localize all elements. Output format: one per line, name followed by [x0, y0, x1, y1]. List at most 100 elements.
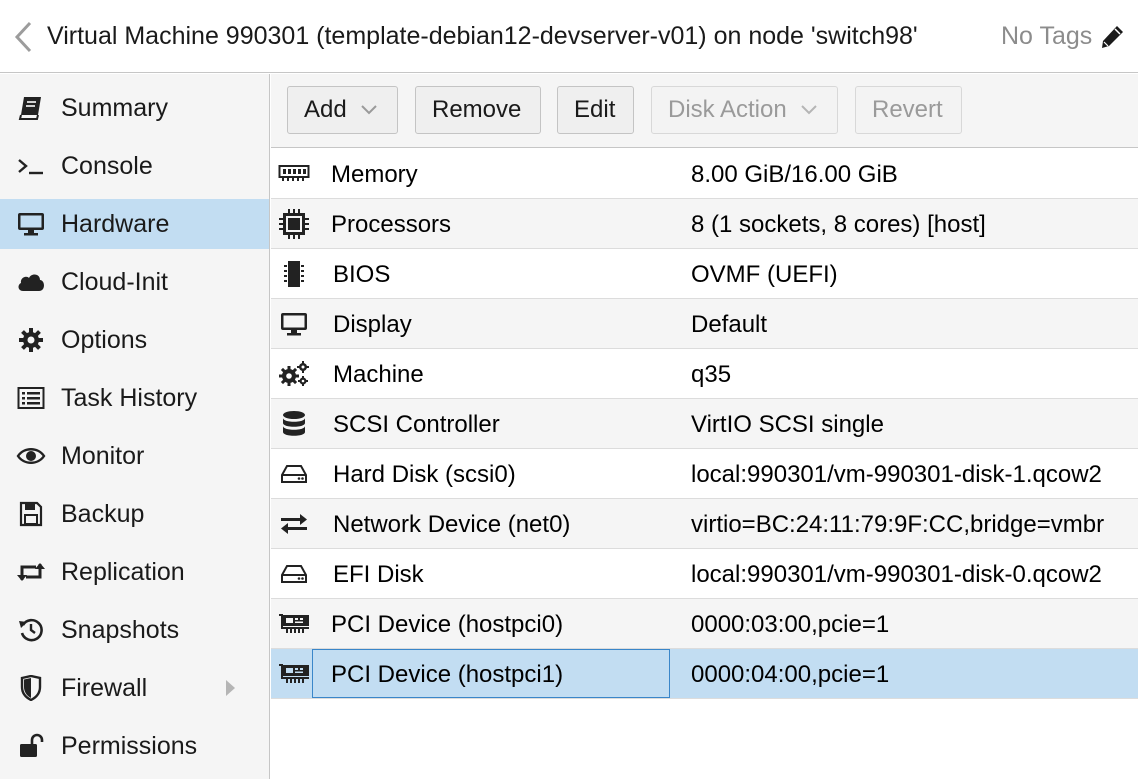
sidebar-item-replication[interactable]: Replication [0, 547, 269, 597]
table-row[interactable]: Display Default [271, 299, 1138, 349]
row-key: Memory [331, 161, 418, 188]
display-icon [277, 311, 311, 337]
row-value: local:990301/vm-990301-disk-1.qcow2 [691, 461, 1102, 488]
table-row[interactable]: Processors 8 (1 sockets, 8 cores) [host] [271, 199, 1138, 249]
history-icon [16, 616, 46, 644]
row-value: 8 (1 sockets, 8 cores) [host] [691, 211, 986, 238]
row-key: PCI Device (hostpci1) [331, 661, 564, 688]
disk-action-button[interactable]: Disk Action [651, 86, 838, 134]
database-icon [277, 411, 311, 437]
floppy-icon [16, 500, 46, 528]
page-header: Virtual Machine 990301 (template-debian1… [0, 0, 1138, 73]
cpu-icon [277, 209, 311, 239]
memory-icon [277, 161, 311, 187]
row-key: BIOS [333, 261, 391, 288]
row-value: q35 [691, 361, 732, 388]
shield-icon [16, 674, 46, 702]
microchip-icon [277, 261, 311, 287]
chevron-down-icon [801, 105, 817, 115]
row-key: Network Device (net0) [333, 511, 571, 538]
hdd-icon [277, 461, 311, 487]
table-row-selected[interactable]: PCI Device (hostpci1) 0000:04:00,pcie=1 [271, 649, 1138, 699]
sidebar-item-label: Snapshots [61, 616, 180, 644]
sidebar-item-monitor[interactable]: Monitor [0, 431, 269, 481]
remove-button[interactable]: Remove [415, 86, 541, 134]
cogs-icon [277, 361, 311, 387]
hardware-grid: Memory 8.00 GiB/16.00 GiB Processors 8 (… [271, 149, 1138, 779]
row-key: SCSI Controller [333, 411, 500, 438]
row-value: OVMF (UEFI) [691, 261, 838, 288]
eye-icon [16, 442, 46, 470]
sidebar-item-label: Permissions [61, 732, 198, 760]
edit-button-label: Edit [574, 96, 616, 123]
sidebar-item-options[interactable]: Options [0, 315, 269, 365]
revert-button[interactable]: Revert [855, 86, 962, 134]
tags-label[interactable]: No Tags [1001, 22, 1092, 51]
cloud-icon [16, 268, 46, 296]
sidebar-item-label: Monitor [61, 442, 145, 470]
row-value: local:990301/vm-990301-disk-0.qcow2 [691, 561, 1102, 588]
table-row[interactable]: Memory 8.00 GiB/16.00 GiB [271, 149, 1138, 199]
row-key: Processors [331, 211, 452, 238]
table-row[interactable]: Machine q35 [271, 349, 1138, 399]
edit-button[interactable]: Edit [557, 86, 634, 134]
revert-button-label: Revert [872, 96, 943, 123]
pci-card-icon [277, 611, 311, 637]
sidebar-item-console[interactable]: Console [0, 141, 269, 191]
terminal-icon [16, 152, 46, 180]
chevron-down-icon [360, 105, 377, 115]
monitor-icon [16, 210, 46, 238]
hdd-icon [277, 561, 311, 587]
sidebar-item-label: Replication [61, 558, 185, 586]
sidebar-item-label: Console [61, 152, 153, 180]
remove-button-label: Remove [432, 96, 522, 123]
sidebar-item-cloud-init[interactable]: Cloud-Init [0, 257, 269, 307]
row-value: Default [691, 311, 768, 338]
sidebar-item-label: Firewall [61, 674, 148, 702]
table-row[interactable]: Network Device (net0) virtio=BC:24:11:79… [271, 499, 1138, 549]
row-value: 0000:04:00,pcie=1 [691, 661, 890, 688]
sidebar: Summary Console Hardware Cloud-Init Opti… [0, 74, 270, 779]
disk-action-button-label: Disk Action [668, 96, 787, 123]
unlock-icon [16, 732, 46, 760]
sidebar-item-permissions[interactable]: Permissions [0, 721, 269, 771]
table-row[interactable]: EFI Disk local:990301/vm-990301-disk-0.q… [271, 549, 1138, 599]
row-value: VirtIO SCSI single [691, 411, 884, 438]
table-row[interactable]: Hard Disk (scsi0) local:990301/vm-990301… [271, 449, 1138, 499]
sidebar-item-task-history[interactable]: Task History [0, 373, 269, 423]
sidebar-item-label: Hardware [61, 210, 170, 238]
page-title: Virtual Machine 990301 (template-debian1… [47, 22, 918, 50]
row-value: virtio=BC:24:11:79:9F:CC,bridge=vmbr [691, 511, 1105, 538]
sidebar-item-label: Backup [61, 500, 145, 528]
sidebar-item-label: Cloud-Init [61, 268, 168, 296]
back-chevron-icon[interactable] [12, 20, 34, 54]
exchange-icon [277, 511, 311, 537]
add-button[interactable]: Add [287, 86, 398, 134]
pci-card-icon [277, 661, 311, 687]
sidebar-item-label: Task History [61, 384, 198, 412]
sidebar-item-snapshots[interactable]: Snapshots [0, 605, 269, 655]
list-icon [16, 384, 46, 412]
sidebar-item-label: Summary [61, 94, 168, 122]
row-key: Hard Disk (scsi0) [333, 461, 516, 488]
table-row[interactable]: SCSI Controller VirtIO SCSI single [271, 399, 1138, 449]
book-icon [16, 94, 46, 122]
row-key: Machine [333, 361, 424, 388]
table-row[interactable]: BIOS OVMF (UEFI) [271, 249, 1138, 299]
row-key: EFI Disk [333, 561, 424, 588]
row-value: 0000:03:00,pcie=1 [691, 611, 890, 638]
sidebar-item-hardware[interactable]: Hardware [0, 199, 269, 249]
toolbar: Add Remove Edit Disk Action Revert [271, 74, 1138, 148]
pencil-icon[interactable] [1099, 24, 1125, 50]
row-key: PCI Device (hostpci0) [331, 611, 564, 638]
sidebar-item-firewall[interactable]: Firewall [0, 663, 269, 713]
sidebar-item-summary[interactable]: Summary [0, 83, 269, 133]
row-key: Display [333, 311, 412, 338]
sidebar-item-label: Options [61, 326, 148, 354]
gear-icon [16, 326, 46, 354]
retweet-icon [16, 558, 46, 586]
table-row[interactable]: PCI Device (hostpci0) 0000:03:00,pcie=1 [271, 599, 1138, 649]
expand-arrow-icon[interactable] [224, 678, 236, 698]
sidebar-item-backup[interactable]: Backup [0, 489, 269, 539]
row-value: 8.00 GiB/16.00 GiB [691, 161, 898, 188]
